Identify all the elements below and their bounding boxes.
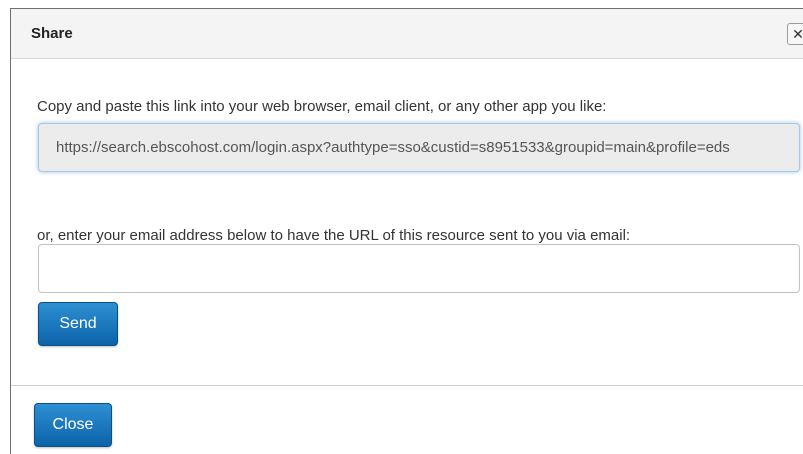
close-button[interactable]: Close bbox=[34, 403, 112, 447]
share-link-field[interactable] bbox=[38, 123, 800, 172]
footer-divider bbox=[11, 385, 803, 386]
dialog-title: Share bbox=[31, 25, 73, 42]
email-field[interactable] bbox=[38, 244, 800, 293]
dialog-header: Share ✕ bbox=[11, 9, 803, 59]
share-link-instruction: Copy and paste this link into your web b… bbox=[37, 98, 607, 115]
close-icon[interactable]: ✕ bbox=[787, 23, 803, 45]
email-instruction: or, enter your email address below to ha… bbox=[37, 227, 631, 244]
send-button[interactable]: Send bbox=[38, 302, 118, 346]
share-dialog: Share ✕ Copy and paste this link into yo… bbox=[10, 8, 803, 454]
